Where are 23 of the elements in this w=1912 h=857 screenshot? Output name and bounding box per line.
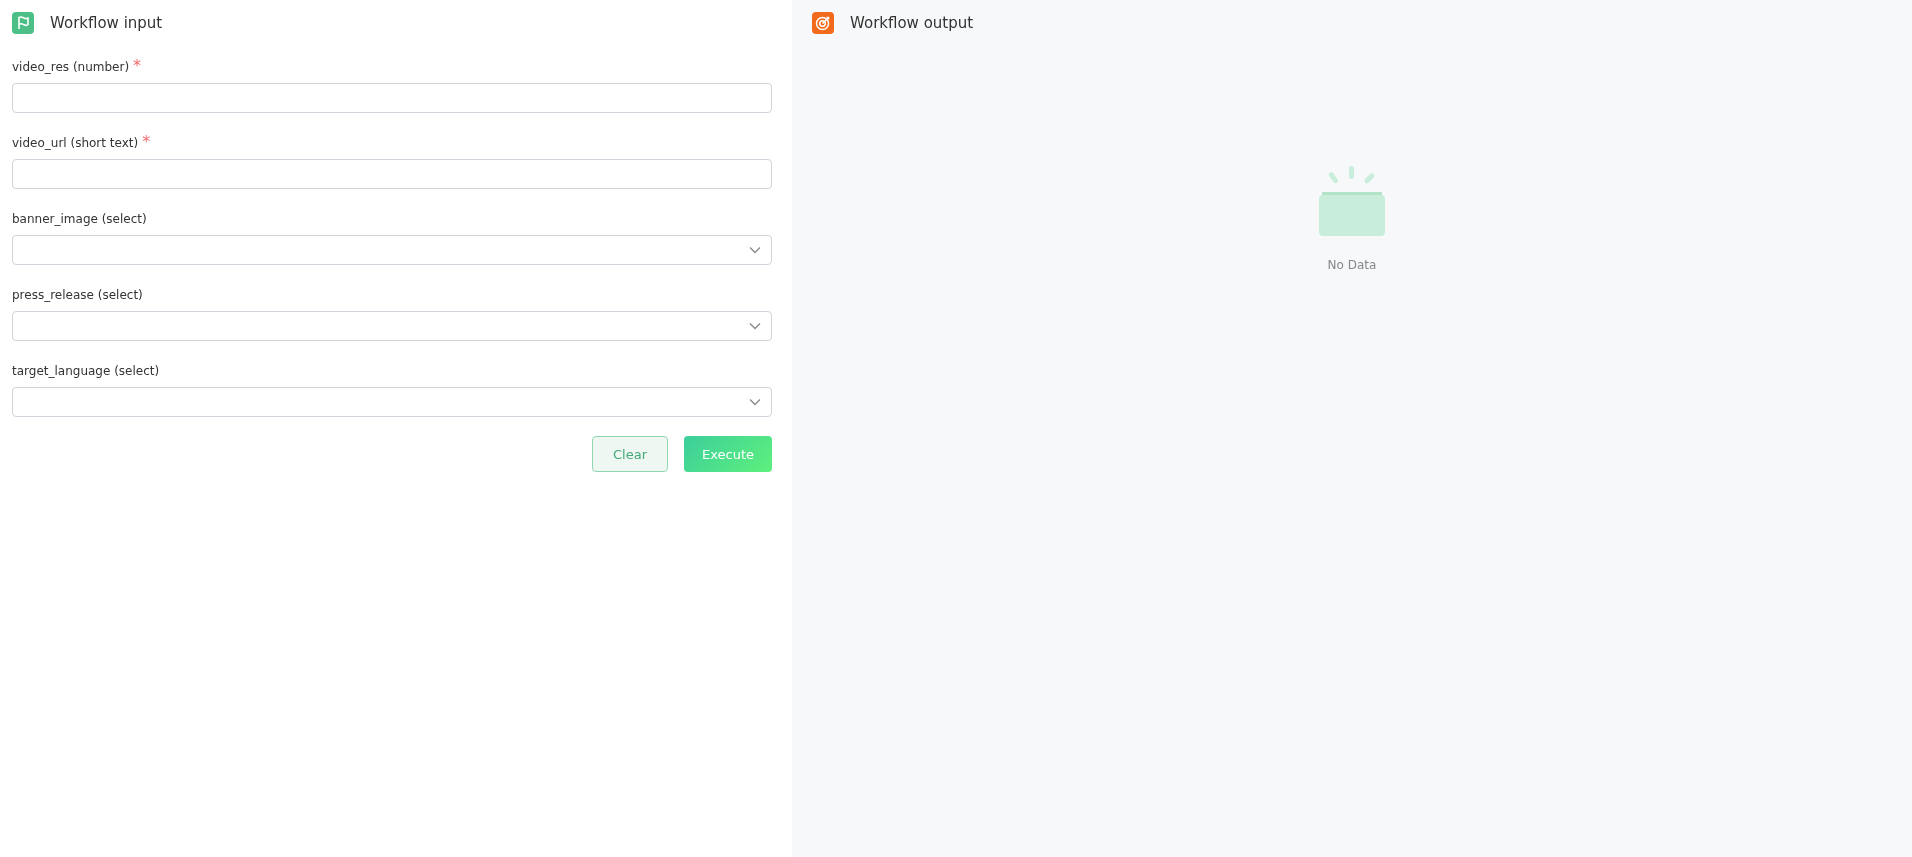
field-label: press_release (select): [12, 288, 143, 302]
panel-title: Workflow output: [850, 14, 974, 32]
field-label: video_res (number): [12, 60, 130, 74]
select-field[interactable]: [12, 387, 772, 417]
field-label: video_url (short text): [12, 136, 139, 150]
panel-title: Workflow input: [50, 14, 163, 32]
chevron-down-icon: [749, 246, 761, 254]
chevron-down-icon: [749, 398, 761, 406]
clear-button[interactable]: Clear: [592, 436, 668, 472]
empty-state-text: No Data: [1327, 258, 1377, 272]
target-icon: [812, 12, 834, 34]
input-field[interactable]: [12, 83, 772, 113]
empty-folder-icon: [1317, 166, 1387, 238]
select-field[interactable]: [12, 311, 772, 341]
required-mark: *: [142, 132, 151, 151]
field-label: target_language (select): [12, 364, 160, 378]
chevron-down-icon: [749, 322, 761, 330]
input-field[interactable]: [12, 159, 772, 189]
required-mark: *: [133, 56, 142, 75]
execute-button[interactable]: Execute: [684, 436, 772, 472]
select-field[interactable]: [12, 235, 772, 265]
flag-icon: [12, 12, 34, 34]
field-label: banner_image (select): [12, 212, 147, 226]
